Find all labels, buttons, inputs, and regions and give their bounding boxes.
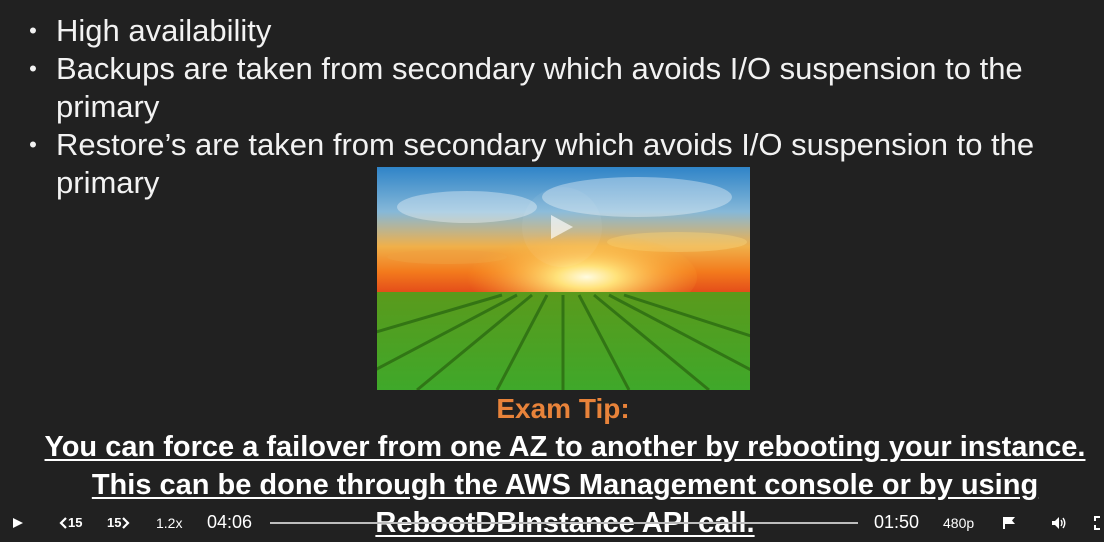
current-time: 04:06: [207, 512, 253, 532]
bullet-dot: •: [29, 132, 37, 157]
bullet-text: High availability: [56, 13, 272, 48]
bookmark-button[interactable]: [1002, 510, 1016, 535]
quality-label: 480p: [943, 514, 975, 531]
bullet-item: • Backups are taken from secondary which…: [26, 50, 1104, 126]
forward-15-icon: [122, 516, 131, 529]
bullet-text: Backups are taken from secondary which a…: [56, 51, 1023, 124]
forward-label: 15: [107, 515, 122, 530]
play-icon: [13, 517, 23, 528]
video-frame: • High availability • Backups are taken …: [0, 0, 1104, 539]
fullscreen-icon: [1094, 515, 1100, 530]
remaining-time: 01:50: [874, 512, 920, 532]
volume-icon: [1052, 516, 1066, 529]
play-overlay-icon: [551, 215, 573, 239]
sunset-field-image: [377, 167, 750, 390]
rewind-15-icon: [59, 516, 67, 529]
bullet-dot: •: [29, 56, 37, 81]
rewind-15-button[interactable]: 15: [58, 510, 82, 535]
exam-tip-heading: Exam Tip:: [496, 393, 630, 424]
play-button[interactable]: [12, 510, 24, 535]
progress-bar[interactable]: [270, 522, 858, 524]
video-play-overlay[interactable]: [522, 187, 602, 267]
playback-speed-button[interactable]: 1.2x: [156, 510, 182, 535]
bullet-item: • High availability: [26, 12, 1104, 50]
flag-icon: [1003, 516, 1015, 529]
rewind-label: 15: [68, 515, 83, 530]
volume-button[interactable]: [1051, 510, 1067, 535]
speed-label: 1.2x: [156, 514, 183, 531]
bullet-dot: •: [29, 18, 37, 43]
player-controls: 15 15 1.2x 04:06 01:50 480p: [0, 510, 1104, 535]
forward-15-button[interactable]: 15: [107, 510, 131, 535]
quality-button[interactable]: 480p: [943, 510, 974, 535]
fullscreen-button[interactable]: [1094, 510, 1102, 535]
